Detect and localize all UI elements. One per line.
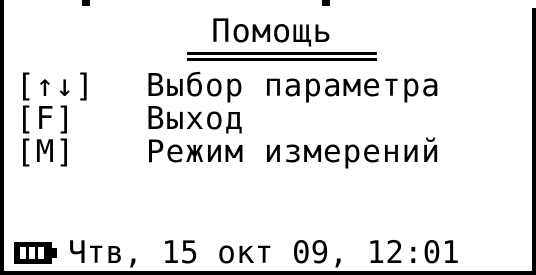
title-underline: [187, 58, 377, 61]
device-screen: Помощь [↑↓] Выбор параметра [F] Выход [M…: [0, 0, 536, 275]
date-time: Чтв, 15 окт 09, 12:01: [68, 235, 460, 271]
help-list: [↑↓] Выбор параметра [F] Выход [M] Режим…: [16, 70, 441, 169]
help-item-select-parameter: [↑↓] Выбор параметра: [16, 70, 441, 103]
help-item-label: Выход: [146, 101, 245, 137]
status-bar: Чтв, 15 окт 09, 12:01: [14, 233, 534, 273]
title-underline: [187, 52, 377, 55]
key-up-down: [↑↓]: [16, 68, 95, 104]
battery-full-icon: [14, 242, 58, 264]
help-item-label: Режим измерений: [146, 134, 441, 170]
help-item-measurement-mode: [M] Режим измерений: [16, 136, 441, 169]
top-edge-mark: [322, 0, 330, 6]
help-title: Помощь: [211, 12, 333, 50]
top-edge-mark: [82, 0, 90, 6]
help-item-exit: [F] Выход: [16, 103, 441, 136]
key-f: [F]: [16, 101, 75, 137]
key-m: [M]: [16, 134, 75, 170]
help-item-label: Выбор параметра: [146, 68, 441, 104]
